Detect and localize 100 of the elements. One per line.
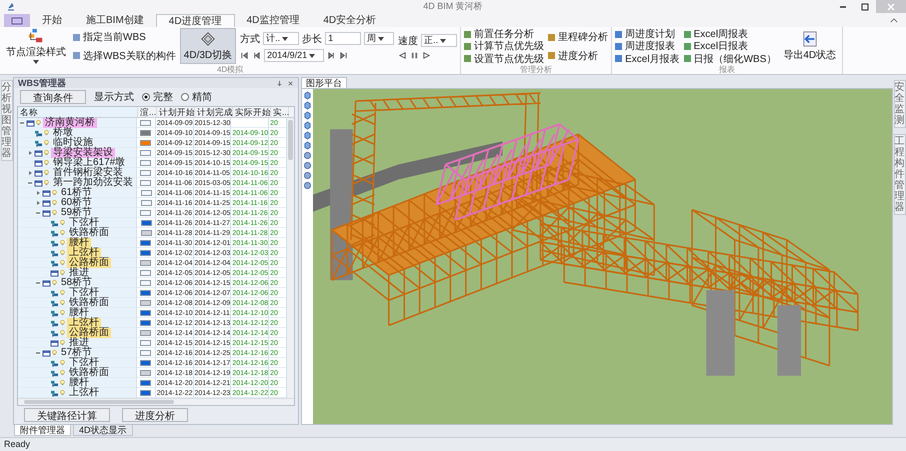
close-icon[interactable] xyxy=(287,80,294,86)
tool-icon[interactable] xyxy=(6,2,16,12)
lightbulb-icon[interactable] xyxy=(60,249,65,257)
report-button[interactable]: Excel周报表 xyxy=(684,28,776,40)
analysis-button[interactable]: 前置任务分析 xyxy=(464,28,544,40)
collapse-ribbon-icon[interactable] xyxy=(890,18,898,23)
unit-dropdown[interactable]: 周 xyxy=(364,32,394,45)
collapse-icon[interactable] xyxy=(27,180,33,186)
column-header[interactable]: 实... xyxy=(271,107,289,117)
export-button[interactable]: 导出4D状态 xyxy=(780,28,840,64)
column-header[interactable]: 渲... xyxy=(138,107,157,117)
analysis-button[interactable]: 设置节点优先级 xyxy=(464,52,544,65)
radio-button[interactable] xyxy=(142,92,150,100)
collapse-icon[interactable] xyxy=(35,210,41,216)
expand-icon[interactable] xyxy=(27,150,33,156)
app-menu-button[interactable] xyxy=(4,14,30,27)
lightbulb-icon[interactable] xyxy=(60,259,65,267)
last-frame-icon[interactable] xyxy=(339,50,348,60)
lightbulb-icon[interactable] xyxy=(60,309,65,317)
column-header[interactable]: 计划完成 xyxy=(195,107,233,117)
column-header[interactable]: 名称 xyxy=(18,107,138,117)
step-back-icon[interactable] xyxy=(252,50,262,60)
lightbulb-icon[interactable] xyxy=(60,389,65,397)
radio-button[interactable] xyxy=(181,92,189,100)
date-dropdown[interactable]: 2014/9/21 xyxy=(264,48,324,62)
lightbulb-icon[interactable] xyxy=(60,329,65,337)
lightbulb-icon[interactable] xyxy=(44,129,49,137)
lightbulb-icon[interactable] xyxy=(60,339,65,347)
lightbulb-icon[interactable] xyxy=(60,379,65,387)
wbs-button[interactable]: 指定当前WBS xyxy=(73,31,176,44)
analysis-button[interactable]: 进度分析 xyxy=(548,50,608,62)
speed-dropdown[interactable]: 正.. xyxy=(421,34,458,47)
lightbulb-icon[interactable] xyxy=(60,289,65,297)
report-button[interactable]: 周进度报表 xyxy=(615,40,680,52)
lightbulb-icon[interactable] xyxy=(52,349,57,357)
task-name[interactable]: 腰杆 xyxy=(67,238,91,248)
expand-icon[interactable] xyxy=(35,200,41,206)
task-name[interactable]: 导梁安装架设 xyxy=(51,148,115,158)
query-button[interactable]: 查询条件 xyxy=(20,90,86,104)
lightbulb-icon[interactable] xyxy=(52,189,57,197)
step-field[interactable]: 1 xyxy=(325,32,362,45)
lightbulb-icon[interactable] xyxy=(44,149,49,157)
lightbulb-icon[interactable] xyxy=(60,219,65,227)
collapse-icon[interactable] xyxy=(35,350,41,356)
lightbulb-icon[interactable] xyxy=(60,269,65,277)
lightbulb-icon[interactable] xyxy=(60,229,65,237)
ribbon-tab[interactable]: 4D安全分析 xyxy=(311,14,388,27)
panel-button[interactable]: 进度分析 xyxy=(122,408,188,422)
column-header[interactable]: 实际开始 xyxy=(233,107,271,117)
lightbulb-icon[interactable] xyxy=(44,159,49,167)
task-name[interactable]: 上弦杆 xyxy=(67,318,101,328)
lightbulb-icon[interactable] xyxy=(60,369,65,377)
lightbulb-icon[interactable] xyxy=(52,209,57,217)
first-frame-icon[interactable] xyxy=(240,50,250,60)
collapse-icon[interactable] xyxy=(19,120,25,126)
view-switch-button[interactable]: 4D/3D切换 xyxy=(180,28,236,64)
ribbon-tab[interactable]: 开始 xyxy=(30,14,74,27)
ribbon-tab[interactable]: 施工BIM创建 xyxy=(74,14,156,27)
wbs-button[interactable]: 选择WBS关联的构件 xyxy=(73,50,176,62)
expand-icon[interactable] xyxy=(35,190,41,196)
pin-icon[interactable] xyxy=(276,80,283,86)
scrollbar[interactable] xyxy=(287,118,294,398)
report-button[interactable]: Excel日报表 xyxy=(684,40,776,52)
lightbulb-icon[interactable] xyxy=(36,119,41,127)
expand-icon[interactable] xyxy=(27,170,33,176)
render-style-button[interactable]: 节点渲染样式 xyxy=(3,28,69,64)
task-name[interactable]: 公路桥面 xyxy=(67,258,111,268)
lightbulb-icon[interactable] xyxy=(44,169,49,177)
bottom-tab[interactable]: 附件管理器 xyxy=(14,425,71,436)
task-name[interactable]: 上弦杆 xyxy=(67,248,101,258)
lightbulb-icon[interactable] xyxy=(60,239,65,247)
ribbon-tab[interactable]: 4D监控管理 xyxy=(234,14,312,27)
dock-tab[interactable]: 安全监测 xyxy=(894,80,906,128)
ribbon-tab[interactable]: 4D进度管理 xyxy=(156,14,235,27)
analysis-button[interactable]: 计算节点优先级 xyxy=(464,40,544,52)
radio-label[interactable]: 完整 xyxy=(153,90,173,104)
lightbulb-icon[interactable] xyxy=(60,319,65,327)
lightbulb-icon[interactable] xyxy=(60,299,65,307)
scrollbar[interactable] xyxy=(18,398,294,405)
report-button[interactable]: 日报（细化WBS） xyxy=(684,52,776,65)
lightbulb-icon[interactable] xyxy=(52,199,57,207)
lightbulb-icon[interactable] xyxy=(60,359,65,367)
play-reverse-icon[interactable] xyxy=(398,50,408,60)
viewport-tab[interactable]: 图形平台 xyxy=(301,77,347,88)
panel-button[interactable]: 关键路径计算 xyxy=(24,408,110,422)
task-name[interactable]: 济南黄河桥 xyxy=(43,118,97,128)
dock-tab[interactable]: 工程构件管理器 xyxy=(894,134,906,215)
column-header[interactable]: 计划开始 xyxy=(157,107,195,117)
radio-label[interactable]: 精简 xyxy=(192,90,212,104)
play-icon[interactable] xyxy=(422,50,432,60)
report-button[interactable]: Excel月报表 xyxy=(615,52,680,65)
pause-icon[interactable] xyxy=(410,50,420,60)
task-name[interactable]: 公路桥面 xyxy=(67,328,111,338)
step-forward-icon[interactable] xyxy=(327,50,336,60)
report-button[interactable]: 周进度计划 xyxy=(615,28,680,40)
analysis-button[interactable]: 里程碑分析 xyxy=(548,31,608,44)
mode-dropdown[interactable]: 计.. xyxy=(263,32,300,45)
dock-tab[interactable]: 分析视图管理器 xyxy=(0,80,12,161)
bottom-tab[interactable]: 4D状态显示 xyxy=(73,425,133,436)
collapse-icon[interactable] xyxy=(35,280,41,286)
